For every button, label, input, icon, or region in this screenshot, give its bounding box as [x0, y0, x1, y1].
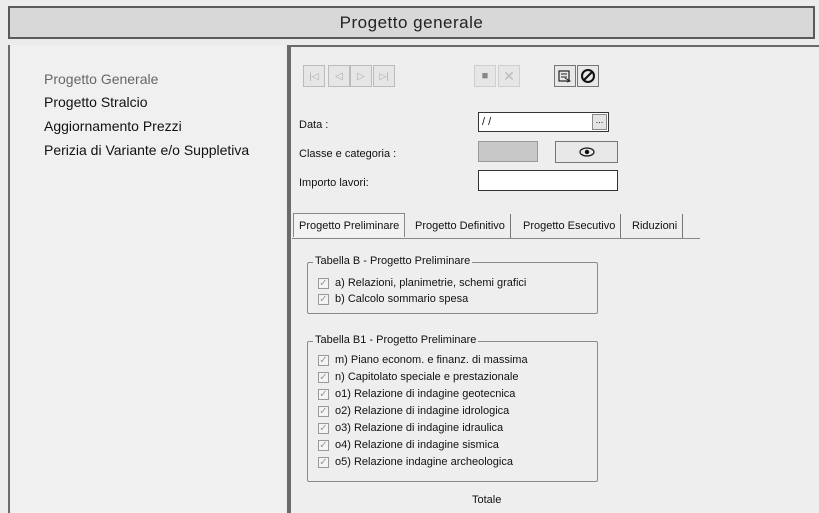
checkbox-row[interactable]: ✓ o3) Relazione di indagine idraulica: [318, 422, 503, 434]
first-record-button[interactable]: |◁: [303, 65, 325, 87]
data-field[interactable]: / / ...: [478, 112, 609, 132]
checkbox-label: m) Piano econom. e finanz. di massima: [335, 354, 528, 366]
tabella-b-group: Tabella B - Progetto Preliminare ✓ a) Re…: [307, 255, 598, 314]
tabella-b1-group: Tabella B1 - Progetto Preliminare ✓ m) P…: [307, 334, 598, 482]
checkbox[interactable]: ✓: [318, 371, 329, 383]
nav-item-progetto-generale[interactable]: Progetto Generale: [44, 71, 158, 87]
tabella-b-title: Tabella B - Progetto Preliminare: [313, 255, 473, 267]
tabella-b1-title: Tabella B1 - Progetto Preliminare: [313, 334, 479, 346]
save-icon: ■: [481, 70, 489, 82]
delete-button[interactable]: ✕: [498, 65, 520, 87]
view-classe-button[interactable]: [555, 141, 618, 163]
checkbox-label: o4) Relazione di indagine sismica: [335, 439, 499, 451]
nav-item-perizia-di-variante[interactable]: Perizia di Variante e/o Suppletiva: [44, 142, 249, 158]
checkbox-label: b) Calcolo sommario spesa: [335, 293, 469, 305]
first-record-icon: |◁: [309, 70, 319, 81]
cancel-button[interactable]: [577, 65, 599, 87]
tab-progetto-preliminare[interactable]: Progetto Preliminare: [293, 213, 406, 237]
checkbox-row[interactable]: ✓ a) Relazioni, planimetrie, schemi graf…: [318, 277, 526, 289]
checkbox[interactable]: ✓: [318, 388, 329, 400]
eye-icon: [578, 147, 595, 157]
window-title-bar: Progetto generale: [8, 6, 815, 39]
page-title: Progetto generale: [339, 12, 484, 32]
checkbox-label: o2) Relazione di indagine idrologica: [335, 405, 510, 417]
data-label: Data :: [299, 119, 329, 131]
classe-categoria-label: Classe e categoria :: [299, 148, 397, 160]
checkbox[interactable]: ✓: [318, 422, 329, 434]
checkbox[interactable]: ✓: [318, 405, 329, 417]
checkbox-label: o5) Relazione indagine archeologica: [335, 456, 513, 468]
save-button[interactable]: ■: [474, 65, 496, 87]
ellipsis-icon: ...: [595, 115, 604, 125]
date-picker-button[interactable]: ...: [592, 114, 607, 130]
tab-progetto-definitivo[interactable]: Progetto Definitivo: [410, 214, 511, 238]
checkbox-label: a) Relazioni, planimetrie, schemi grafic…: [335, 277, 527, 289]
left-nav-pane: [8, 45, 285, 513]
prev-record-icon: ◁: [335, 70, 343, 82]
nav-item-aggiornamento-prezzi[interactable]: Aggiornamento Prezzi: [44, 118, 182, 134]
data-value: / /: [482, 116, 492, 128]
checkbox-row[interactable]: ✓ b) Calcolo sommario spesa: [318, 293, 468, 305]
tab-divider: [292, 238, 700, 239]
next-record-button[interactable]: ▷: [350, 65, 372, 87]
print-button[interactable]: [554, 65, 576, 87]
checkbox-row[interactable]: ✓ o5) Relazione indagine archeologica: [318, 456, 513, 468]
totale-label: Totale: [472, 494, 502, 506]
checkbox-label: o3) Relazione di indagine idraulica: [335, 422, 504, 434]
tab-progetto-esecutivo[interactable]: Progetto Esecutivo: [518, 214, 622, 238]
classe-categoria-field[interactable]: [478, 141, 538, 162]
checkbox-label: n) Capitolato speciale e prestazionale: [335, 371, 519, 383]
next-record-icon: ▷: [357, 70, 365, 82]
checkbox[interactable]: ✓: [318, 277, 329, 289]
checkbox[interactable]: ✓: [318, 456, 329, 468]
last-record-icon: ▷|: [379, 70, 389, 81]
checkbox-row[interactable]: ✓ o1) Relazione di indagine geotecnica: [318, 388, 515, 400]
checkbox-row[interactable]: ✓ o2) Relazione di indagine idrologica: [318, 405, 509, 417]
checkbox-label: o1) Relazione di indagine geotecnica: [335, 388, 516, 400]
checkbox[interactable]: ✓: [318, 293, 329, 305]
checkbox-row[interactable]: ✓ m) Piano econom. e finanz. di massima: [318, 354, 528, 366]
delete-icon: ✕: [503, 67, 515, 84]
cancel-icon: [581, 69, 595, 83]
importo-lavori-label: Importo lavori:: [299, 177, 369, 189]
checkbox-row[interactable]: ✓ o4) Relazione di indagine sismica: [318, 439, 499, 451]
last-record-button[interactable]: ▷|: [373, 65, 395, 87]
checkbox[interactable]: ✓: [318, 439, 329, 451]
nav-item-progetto-stralcio[interactable]: Progetto Stralcio: [44, 94, 148, 110]
checkbox-row[interactable]: ✓ n) Capitolato speciale e prestazionale: [318, 371, 518, 383]
importo-lavori-field[interactable]: [478, 170, 618, 191]
print-icon: [558, 70, 572, 83]
tab-riduzioni[interactable]: Riduzioni: [627, 214, 684, 238]
prev-record-button[interactable]: ◁: [328, 65, 350, 87]
checkbox[interactable]: ✓: [318, 354, 329, 366]
